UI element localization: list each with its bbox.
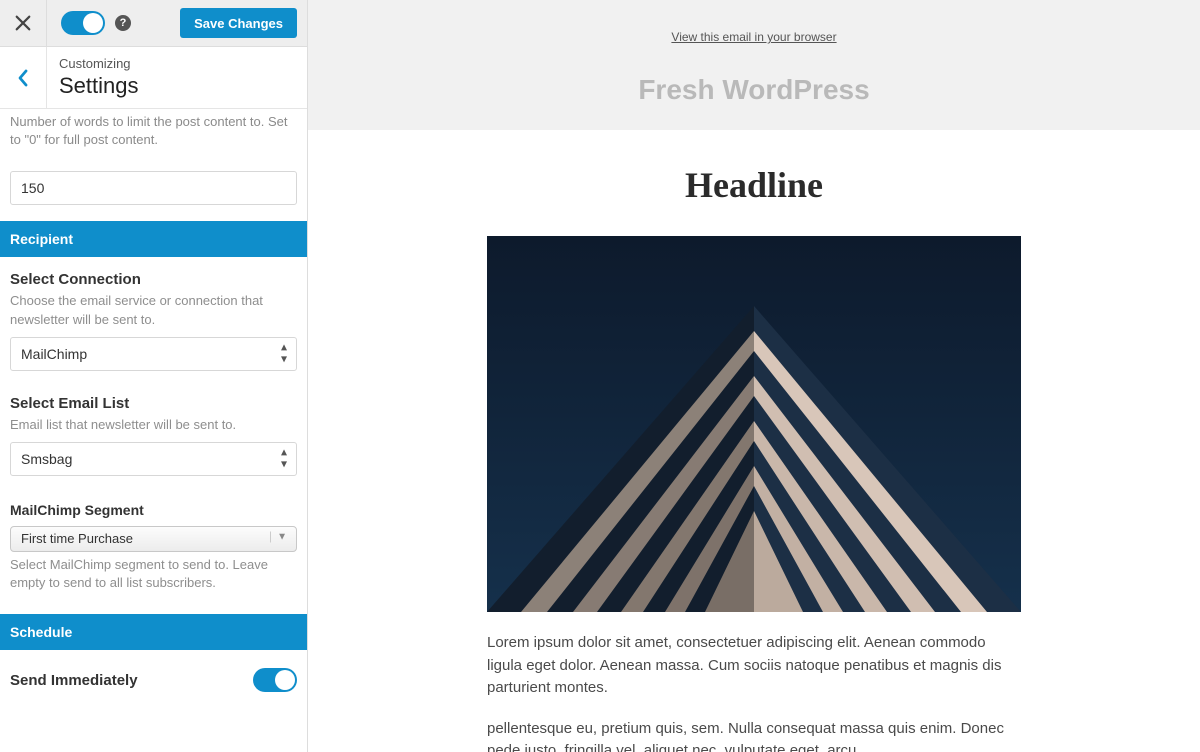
preview-pane: View this email in your browser Fresh Wo… [308,0,1200,752]
email-paragraph: Lorem ipsum dolor sit amet, consectetuer… [487,632,1021,700]
wordlimit-help: Number of words to limit the post conten… [10,113,297,149]
back-button[interactable] [0,47,47,109]
save-changes-button[interactable]: Save Changes [180,8,297,38]
segment-help: Select MailChimp segment to send to. Lea… [10,556,297,592]
send-immediately-label: Send Immediately [10,672,138,689]
segment-label: MailChimp Segment [10,502,297,518]
section-recipient: Recipient [0,221,307,257]
breadcrumb: Customizing [59,56,139,71]
email-hero-image [487,236,1021,612]
email-brand: Fresh WordPress [308,74,1200,106]
send-immediately-knob [275,670,295,690]
close-button[interactable] [0,0,47,47]
email-body: Headline [308,130,1200,752]
page-title: Settings [59,73,139,99]
segment-select[interactable]: First time Purchase [10,526,297,552]
connection-select[interactable]: MailChimp [10,337,297,371]
help-icon[interactable]: ? [115,15,131,31]
preview-toggle-knob [83,13,103,33]
emaillist-select[interactable]: Smsbag [10,442,297,476]
emaillist-label: Select Email List [10,395,297,412]
wordlimit-input[interactable] [10,171,297,205]
emaillist-help: Email list that newsletter will be sent … [10,416,297,434]
panel-topbar: ? Save Changes [0,0,307,47]
chevron-left-icon [17,69,29,87]
connection-help: Choose the email service or connection t… [10,292,297,328]
pyramid-illustration-icon [487,236,1021,612]
email-paragraph: pellentesque eu, pretium quis, sem. Null… [487,718,1021,752]
close-icon [14,14,32,32]
panel-body: Number of words to limit the post conten… [0,109,307,692]
email-body-text: Lorem ipsum dolor sit amet, consectetuer… [487,632,1021,752]
email-headline: Headline [308,164,1200,206]
panel-header: Customizing Settings [0,47,307,109]
preview-toggle[interactable] [61,11,105,35]
view-in-browser-link[interactable]: View this email in your browser [671,30,836,44]
connection-label: Select Connection [10,271,297,288]
customizer-panel: ? Save Changes Customizing Settings Numb… [0,0,308,752]
section-schedule: Schedule [0,614,307,650]
send-immediately-row: Send Immediately [0,650,307,692]
send-immediately-toggle[interactable] [253,668,297,692]
